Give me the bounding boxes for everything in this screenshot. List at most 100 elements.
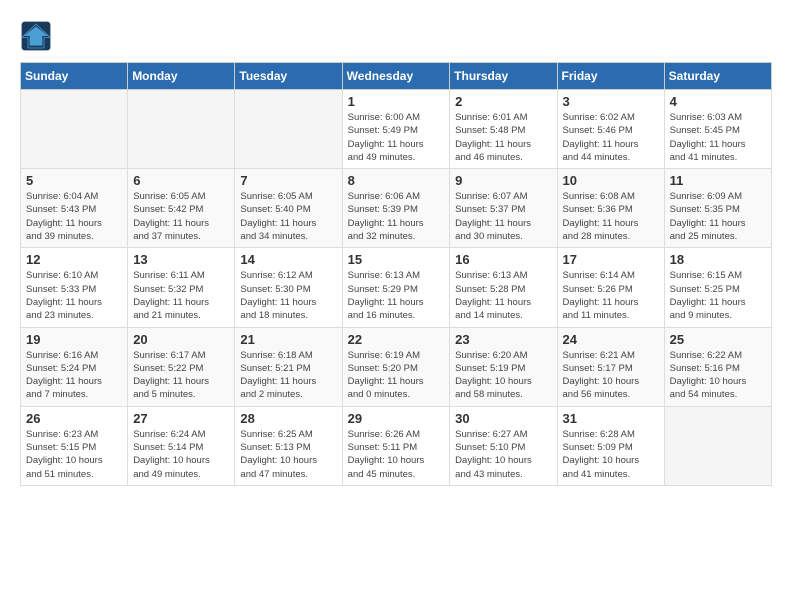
day-info: Sunrise: 6:05 AM Sunset: 5:40 PM Dayligh…: [240, 190, 336, 243]
calendar-cell: 10Sunrise: 6:08 AM Sunset: 5:36 PM Dayli…: [557, 169, 664, 248]
weekday-header-thursday: Thursday: [450, 63, 557, 90]
calendar-cell: [128, 90, 235, 169]
day-number: 6: [133, 173, 229, 188]
day-number: 5: [26, 173, 122, 188]
day-number: 28: [240, 411, 336, 426]
calendar-cell: 23 Sunrise: 6:20 AM Sunset: 5:19 PM Dayli…: [450, 327, 557, 406]
calendar-cell: 14Sunrise: 6:12 AM Sunset: 5:30 PM Dayli…: [235, 248, 342, 327]
day-number: 15: [348, 252, 445, 267]
calendar-cell: 24 Sunrise: 6:21 AM Sunset: 5:17 PM Dayli…: [557, 327, 664, 406]
day-number: 8: [348, 173, 445, 188]
calendar-week-row: 26 Sunrise: 6:23 AM Sunset: 5:15 PM Dayli…: [21, 406, 772, 485]
day-info: Sunrise: 6:21 AM Sunset: 5:17 PM Dayligh…: [563, 349, 659, 402]
day-info: Sunrise: 6:23 AM Sunset: 5:15 PM Dayligh…: [26, 428, 122, 481]
calendar-cell: 18Sunrise: 6:15 AM Sunset: 5:25 PM Dayli…: [664, 248, 771, 327]
calendar-cell: 2 Sunrise: 6:01 AM Sunset: 5:48 PM Daylig…: [450, 90, 557, 169]
day-number: 12: [26, 252, 122, 267]
calendar-cell: 8 Sunrise: 6:06 AM Sunset: 5:39 PM Daylig…: [342, 169, 450, 248]
day-info: Sunrise: 6:06 AM Sunset: 5:39 PM Dayligh…: [348, 190, 445, 243]
day-number: 17: [563, 252, 659, 267]
day-info: Sunrise: 6:26 AM Sunset: 5:11 PM Dayligh…: [348, 428, 445, 481]
logo: [20, 20, 56, 52]
calendar-week-row: 1 Sunrise: 6:00 AM Sunset: 5:49 PM Daylig…: [21, 90, 772, 169]
day-info: Sunrise: 6:22 AM Sunset: 5:16 PM Dayligh…: [670, 349, 766, 402]
day-number: 25: [670, 332, 766, 347]
logo-icon: [20, 20, 52, 52]
day-info: Sunrise: 6:16 AM Sunset: 5:24 PM Dayligh…: [26, 349, 122, 402]
day-number: 31: [563, 411, 659, 426]
calendar-cell: 21 Sunrise: 6:18 AM Sunset: 5:21 PM Dayli…: [235, 327, 342, 406]
calendar-cell: 31 Sunrise: 6:28 AM Sunset: 5:09 PM Dayli…: [557, 406, 664, 485]
day-info: Sunrise: 6:24 AM Sunset: 5:14 PM Dayligh…: [133, 428, 229, 481]
day-number: 10: [563, 173, 659, 188]
day-number: 13: [133, 252, 229, 267]
calendar-cell: 5 Sunrise: 6:04 AM Sunset: 5:43 PM Daylig…: [21, 169, 128, 248]
day-number: 26: [26, 411, 122, 426]
calendar-cell: 4Sunrise: 6:03 AM Sunset: 5:45 PM Daylig…: [664, 90, 771, 169]
calendar-cell: 25 Sunrise: 6:22 AM Sunset: 5:16 PM Dayli…: [664, 327, 771, 406]
calendar-cell: 17 Sunrise: 6:14 AM Sunset: 5:26 PM Dayli…: [557, 248, 664, 327]
day-info: Sunrise: 6:09 AM Sunset: 5:35 PM Dayligh…: [670, 190, 766, 243]
day-info: Sunrise: 6:01 AM Sunset: 5:48 PM Dayligh…: [455, 111, 551, 164]
day-info: Sunrise: 6:00 AM Sunset: 5:49 PM Dayligh…: [348, 111, 445, 164]
day-info: Sunrise: 6:28 AM Sunset: 5:09 PM Dayligh…: [563, 428, 659, 481]
calendar-table: SundayMondayTuesdayWednesdayThursdayFrid…: [20, 62, 772, 486]
day-info: Sunrise: 6:20 AM Sunset: 5:19 PM Dayligh…: [455, 349, 551, 402]
calendar-cell: 20 Sunrise: 6:17 AM Sunset: 5:22 PM Dayli…: [128, 327, 235, 406]
calendar-cell: 19 Sunrise: 6:16 AM Sunset: 5:24 PM Dayli…: [21, 327, 128, 406]
day-number: 20: [133, 332, 229, 347]
day-info: Sunrise: 6:18 AM Sunset: 5:21 PM Dayligh…: [240, 349, 336, 402]
calendar-cell: 13 Sunrise: 6:11 AM Sunset: 5:32 PM Dayli…: [128, 248, 235, 327]
calendar-cell: 12Sunrise: 6:10 AM Sunset: 5:33 PM Dayli…: [21, 248, 128, 327]
day-number: 11: [670, 173, 766, 188]
day-number: 7: [240, 173, 336, 188]
day-number: 21: [240, 332, 336, 347]
day-number: 29: [348, 411, 445, 426]
day-info: Sunrise: 6:11 AM Sunset: 5:32 PM Dayligh…: [133, 269, 229, 322]
day-info: Sunrise: 6:13 AM Sunset: 5:29 PM Dayligh…: [348, 269, 445, 322]
day-number: 1: [348, 94, 445, 109]
day-number: 23: [455, 332, 551, 347]
day-number: 24: [563, 332, 659, 347]
weekday-header-tuesday: Tuesday: [235, 63, 342, 90]
calendar-week-row: 12Sunrise: 6:10 AM Sunset: 5:33 PM Dayli…: [21, 248, 772, 327]
day-number: 9: [455, 173, 551, 188]
page-header: [20, 20, 772, 52]
weekday-header-monday: Monday: [128, 63, 235, 90]
calendar-cell: 29 Sunrise: 6:26 AM Sunset: 5:11 PM Dayli…: [342, 406, 450, 485]
weekday-header-sunday: Sunday: [21, 63, 128, 90]
day-info: Sunrise: 6:05 AM Sunset: 5:42 PM Dayligh…: [133, 190, 229, 243]
day-info: Sunrise: 6:04 AM Sunset: 5:43 PM Dayligh…: [26, 190, 122, 243]
calendar-week-row: 5 Sunrise: 6:04 AM Sunset: 5:43 PM Daylig…: [21, 169, 772, 248]
day-number: 16: [455, 252, 551, 267]
calendar-cell: 11 Sunrise: 6:09 AM Sunset: 5:35 PM Dayli…: [664, 169, 771, 248]
day-info: Sunrise: 6:27 AM Sunset: 5:10 PM Dayligh…: [455, 428, 551, 481]
calendar-header-row: SundayMondayTuesdayWednesdayThursdayFrid…: [21, 63, 772, 90]
weekday-header-saturday: Saturday: [664, 63, 771, 90]
day-number: 30: [455, 411, 551, 426]
day-number: 4: [670, 94, 766, 109]
day-info: Sunrise: 6:17 AM Sunset: 5:22 PM Dayligh…: [133, 349, 229, 402]
day-number: 18: [670, 252, 766, 267]
calendar-cell: 6 Sunrise: 6:05 AM Sunset: 5:42 PM Daylig…: [128, 169, 235, 248]
calendar-cell: [664, 406, 771, 485]
day-number: 3: [563, 94, 659, 109]
calendar-cell: 3 Sunrise: 6:02 AM Sunset: 5:46 PM Daylig…: [557, 90, 664, 169]
day-number: 19: [26, 332, 122, 347]
day-info: Sunrise: 6:12 AM Sunset: 5:30 PM Dayligh…: [240, 269, 336, 322]
calendar-cell: 28 Sunrise: 6:25 AM Sunset: 5:13 PM Dayli…: [235, 406, 342, 485]
calendar-cell: 30 Sunrise: 6:27 AM Sunset: 5:10 PM Dayli…: [450, 406, 557, 485]
day-info: Sunrise: 6:25 AM Sunset: 5:13 PM Dayligh…: [240, 428, 336, 481]
calendar-cell: 16Sunrise: 6:13 AM Sunset: 5:28 PM Dayli…: [450, 248, 557, 327]
day-info: Sunrise: 6:02 AM Sunset: 5:46 PM Dayligh…: [563, 111, 659, 164]
calendar-cell: 27Sunrise: 6:24 AM Sunset: 5:14 PM Dayli…: [128, 406, 235, 485]
calendar-cell: [21, 90, 128, 169]
day-info: Sunrise: 6:14 AM Sunset: 5:26 PM Dayligh…: [563, 269, 659, 322]
calendar-week-row: 19 Sunrise: 6:16 AM Sunset: 5:24 PM Dayli…: [21, 327, 772, 406]
day-number: 2: [455, 94, 551, 109]
day-number: 22: [348, 332, 445, 347]
calendar-cell: [235, 90, 342, 169]
weekday-header-friday: Friday: [557, 63, 664, 90]
calendar-cell: 22Sunrise: 6:19 AM Sunset: 5:20 PM Dayli…: [342, 327, 450, 406]
calendar-cell: 9Sunrise: 6:07 AM Sunset: 5:37 PM Daylig…: [450, 169, 557, 248]
